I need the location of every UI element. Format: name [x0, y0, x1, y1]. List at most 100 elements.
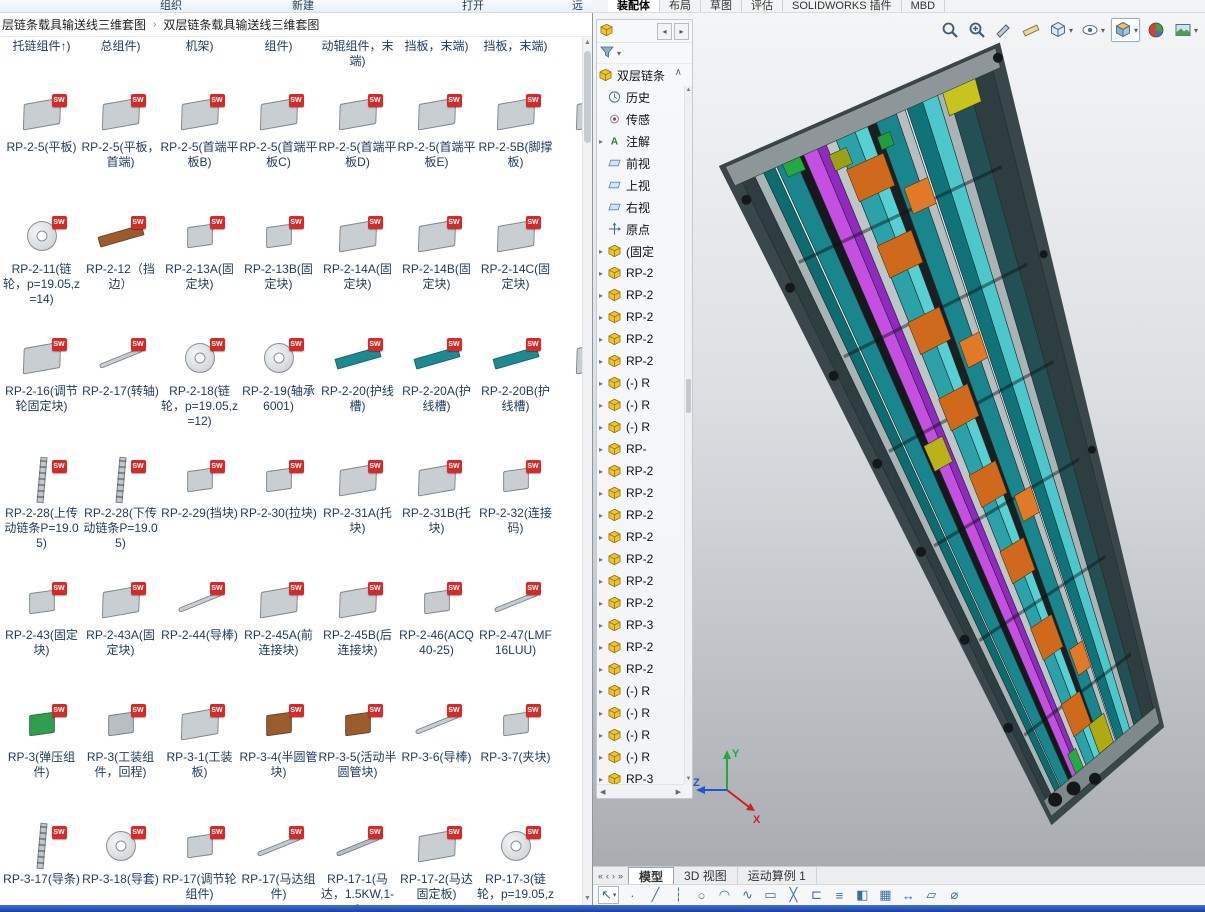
expand-arrow-icon[interactable]: ▸: [599, 643, 608, 652]
file-item[interactable]: SWRP-17-1(马达，1.5KW,1-2: [318, 815, 397, 905]
command-tab[interactable]: 草图: [701, 0, 742, 13]
file-item[interactable]: SWRP-2-13B(固定块): [239, 205, 318, 327]
tree-item[interactable]: ▸RP-2: [597, 328, 684, 350]
line-icon[interactable]: ╱: [645, 886, 665, 904]
file-item[interactable]: SWRP-3-6(导棒): [397, 693, 476, 815]
plane-icon[interactable]: ▱: [921, 886, 941, 904]
spline-icon[interactable]: ∿: [737, 886, 757, 904]
tree-item[interactable]: ▸RP-3: [597, 768, 684, 784]
file-item[interactable]: SW固: [555, 205, 582, 327]
file-item[interactable]: SWRP-3-4(半圆管块): [239, 693, 318, 815]
tree-item[interactable]: ▸RP-3: [597, 614, 684, 636]
tab-nav-arrow-icon[interactable]: »: [618, 871, 623, 881]
tree-item[interactable]: ▸RP-2: [597, 548, 684, 570]
file-item[interactable]: SWRP-2-45A(前连接块): [239, 571, 318, 693]
expand-arrow-icon[interactable]: ▸: [599, 467, 608, 476]
scroll-down-icon[interactable]: ▼: [583, 893, 592, 905]
explorer-toolbar-item[interactable]: 组织: [160, 0, 182, 13]
explorer-toolbar-item[interactable]: 远: [572, 0, 583, 13]
circle-icon[interactable]: ○: [691, 886, 711, 904]
expand-arrow-icon[interactable]: ▸: [599, 709, 608, 718]
tree-item[interactable]: 前视: [597, 152, 684, 174]
tree-item[interactable]: 传感: [597, 108, 684, 130]
tree-item[interactable]: ▸RP-2: [597, 504, 684, 526]
tree-collapse-icon[interactable]: ∧: [675, 67, 682, 78]
expand-arrow-icon[interactable]: ▸: [599, 423, 608, 432]
expand-arrow-icon[interactable]: ▸: [599, 665, 608, 674]
tree-item[interactable]: ▸RP-2: [597, 636, 684, 658]
file-item[interactable]: SWRP-3-7(夹块): [476, 693, 555, 815]
expand-arrow-icon[interactable]: ▸: [599, 445, 608, 454]
file-item[interactable]: SWRP-2-31B(托块): [397, 449, 476, 571]
file-item[interactable]: SWRP-2-28(上传动链条P=19.05): [2, 449, 81, 571]
tree-item[interactable]: ▸RP-2: [597, 570, 684, 592]
file-item[interactable]: SWRP-3-5(活动半圆管块): [318, 693, 397, 815]
hide-show-icon[interactable]: ▾: [1079, 19, 1106, 41]
taskbar[interactable]: [0, 905, 1205, 912]
file-item[interactable]: SWRP-3-1(工装板): [160, 693, 239, 815]
convert-icon[interactable]: ⊏: [806, 886, 826, 904]
fm-hscroll-left-icon[interactable]: ◀: [600, 788, 605, 796]
expand-arrow-icon[interactable]: ▸: [599, 379, 608, 388]
file-item[interactable]: SWRP-17-3(链轮，p=19.05,z: [476, 815, 555, 905]
expand-arrow-icon[interactable]: ▸: [599, 775, 608, 784]
measure-icon[interactable]: [1020, 19, 1042, 41]
file-item[interactable]: SWRP-17(马达组件): [239, 815, 318, 905]
file-item[interactable]: SWRP-2-5(首端平板E): [397, 83, 476, 205]
expand-arrow-icon[interactable]: ▸: [599, 247, 608, 256]
file-item[interactable]: SWRP-2-46(ACQ40-25): [397, 571, 476, 693]
expand-arrow-icon[interactable]: ▸: [599, 489, 608, 498]
tree-item[interactable]: ▸RP-2: [597, 460, 684, 482]
expand-arrow-icon[interactable]: ▸: [599, 137, 608, 146]
edit-appearance-icon[interactable]: [1145, 19, 1167, 41]
file-item[interactable]: SWRP-2-5(平板，首端): [81, 83, 160, 205]
tree-item[interactable]: ▸RP-2: [597, 592, 684, 614]
fm-hscrollbar[interactable]: ◀ ▶: [597, 784, 684, 798]
file-item[interactable]: SWRP-3-17(导条): [2, 815, 81, 905]
filter-funnel-icon[interactable]: [600, 46, 614, 61]
viewport[interactable]: Y Z X ▾▾▾▾ ◂▸ ▾ 双层链条 ∧: [593, 13, 1205, 866]
tree-item[interactable]: 历史: [597, 86, 684, 108]
fm-scrollbar[interactable]: ▲ ▼: [684, 86, 692, 784]
file-item[interactable]: SWRP-2-20(护线槽): [318, 327, 397, 449]
tree-item[interactable]: ▸(-) R: [597, 416, 684, 438]
zoom-area-icon[interactable]: [966, 19, 988, 41]
file-item[interactable]: SWRP-3-18(导套): [81, 815, 160, 905]
file-item[interactable]: SWRP-2-44(导棒): [160, 571, 239, 693]
fm-forward-button[interactable]: ▸: [674, 23, 689, 40]
file-item[interactable]: SWRP-2-28(下传动链条P=19.05): [81, 449, 160, 571]
file-item[interactable]: SWRP-2-5(首端平板C): [239, 83, 318, 205]
dimension-icon[interactable]: ↔: [898, 886, 918, 904]
tab-nav-arrow-icon[interactable]: ›: [612, 871, 615, 881]
file-item[interactable]: SWRP: [555, 449, 582, 571]
pattern-icon[interactable]: ▦: [875, 886, 895, 904]
tree-item[interactable]: 右视: [597, 196, 684, 218]
select-tool-icon[interactable]: ↖▾: [598, 886, 619, 904]
file-item[interactable]: SW套: [555, 693, 582, 815]
file-item[interactable]: SWRP-2-32(连接码): [476, 449, 555, 571]
file-item[interactable]: SWRP-2-14B(固定块): [397, 205, 476, 327]
fm-hscroll-right-icon[interactable]: ▶: [676, 788, 681, 796]
file-item[interactable]: SWRP-2-13A(固定块): [160, 205, 239, 327]
file-item[interactable]: SWRP-2-43A(固定块): [81, 571, 160, 693]
expand-arrow-icon[interactable]: ▸: [599, 357, 608, 366]
expand-arrow-icon[interactable]: ▸: [599, 599, 608, 608]
file-item[interactable]: SW轴: [555, 815, 582, 905]
file-item[interactable]: SWRP-2-29(挡块): [160, 449, 239, 571]
file-item[interactable]: SWRP-2-11(链轮，p=19.05,z=14): [2, 205, 81, 327]
expand-arrow-icon[interactable]: ▸: [599, 291, 608, 300]
filter-caret-icon[interactable]: ▾: [617, 49, 621, 58]
file-item[interactable]: SWRP-2-19(轴承6001): [239, 327, 318, 449]
tree-item[interactable]: ▸RP-2: [597, 482, 684, 504]
expand-arrow-icon[interactable]: ▸: [599, 555, 608, 564]
expand-arrow-icon[interactable]: ▸: [599, 533, 608, 542]
tree-item[interactable]: ▸RP-2: [597, 262, 684, 284]
file-item[interactable]: SWRP-3(弹压组件): [2, 693, 81, 815]
tree-item[interactable]: ▸A注解: [597, 130, 684, 152]
expand-arrow-icon[interactable]: ▸: [599, 269, 608, 278]
status-tab[interactable]: 3D 视图: [674, 867, 738, 884]
file-item[interactable]: SWRP-2-45B(后连接块): [318, 571, 397, 693]
expand-arrow-icon[interactable]: ▸: [599, 753, 608, 762]
file-item[interactable]: SW挡: [555, 571, 582, 693]
expand-arrow-icon[interactable]: ▸: [599, 511, 608, 520]
